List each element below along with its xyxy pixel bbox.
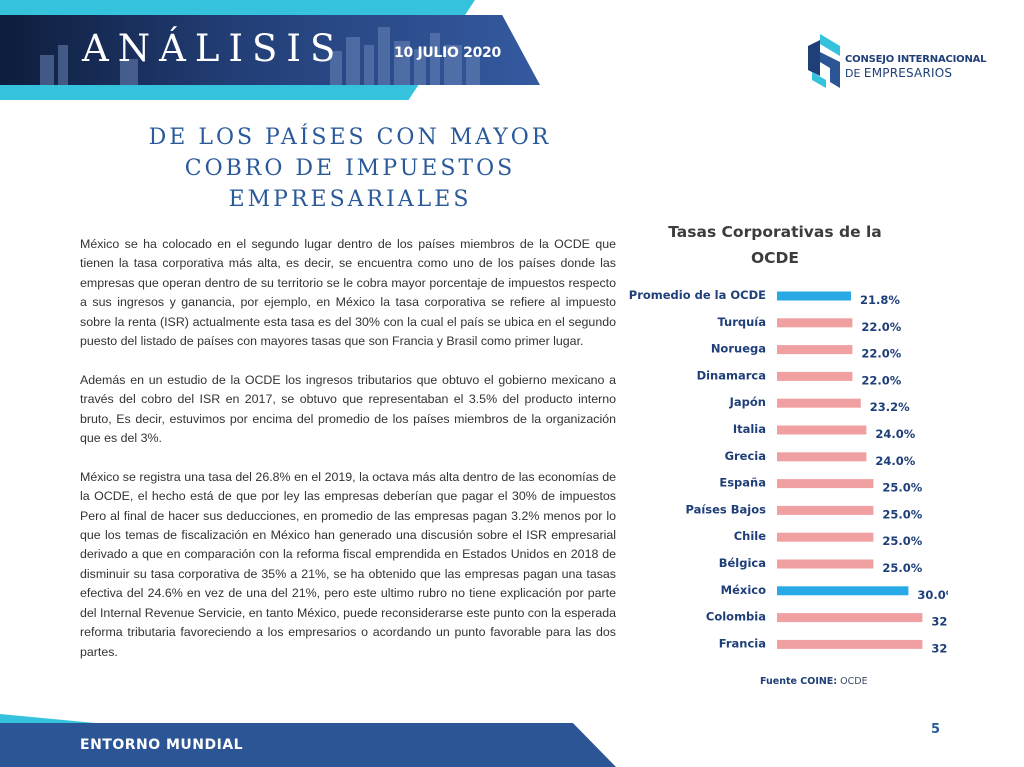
- chart-category-label: Turquía: [717, 315, 766, 329]
- chart-category-label: Noruega: [711, 342, 766, 356]
- paragraph: México se ha colocado en el segundo luga…: [80, 237, 616, 349]
- chart-bar: [777, 425, 867, 435]
- chart-bar: [777, 613, 923, 623]
- chart-value-label: 24.0%: [875, 454, 915, 468]
- chart-category-label: México: [721, 583, 766, 597]
- chart-value-label: 22.0%: [861, 373, 901, 387]
- chart-source-label: Fuente COINE:: [760, 676, 838, 687]
- chart-category-label: Bélgica: [719, 556, 766, 570]
- footer-section-label: ENTORNO MUNDIAL: [80, 737, 244, 753]
- chart-category-label: Colombia: [706, 610, 766, 624]
- logo-line-2-prefix: DE: [845, 67, 861, 80]
- chart-category-label: Francia: [719, 636, 766, 650]
- logo-line-2-main: EMPRESARIOS: [863, 66, 953, 80]
- chart-value-label: 32.0%: [931, 615, 948, 629]
- chart-category-label: Japón: [729, 395, 766, 409]
- chart-bar: [777, 639, 923, 649]
- chart-value-label: 22.0%: [861, 347, 901, 361]
- chart-category-label: Dinamarca: [697, 368, 766, 382]
- header-title: ANÁLISIS: [82, 27, 345, 70]
- chart-value-label: 32.0%: [931, 641, 948, 655]
- chart-bar: [777, 586, 909, 596]
- chart-title: Tasas Corporativas de la OCDE: [668, 223, 882, 267]
- article-heading: DE LOS PAÍSES CON MAYOR COBRO DE IMPUEST…: [148, 125, 552, 212]
- chart-value-label: 25.0%: [882, 534, 922, 548]
- chart-category-label: Promedio de la OCDE: [629, 288, 766, 302]
- coine-logo: CONSEJO INTERNACIONAL DE EMPRESARIOS: [806, 32, 987, 92]
- logo-line-1: CONSEJO INTERNACIONAL: [845, 54, 987, 65]
- chart-category-label: Países Bajos: [685, 502, 766, 516]
- chart-bar: [777, 318, 853, 328]
- chart-value-label: 23.2%: [870, 400, 910, 414]
- chart-value-label: 25.0%: [882, 561, 922, 575]
- header-date: 10 JULIO 2020: [394, 45, 501, 61]
- chart-bar: [777, 291, 851, 301]
- chart-bar: [777, 345, 853, 355]
- chart-source: Fuente COINE: OCDE: [760, 676, 868, 687]
- chart-value-label: 25.0%: [882, 481, 922, 495]
- logo-line-2: DE EMPRESARIOS: [845, 66, 952, 80]
- page-number: 5: [931, 722, 941, 737]
- chart-category-label: Italia: [733, 422, 766, 436]
- chart-bar: [777, 505, 874, 515]
- paragraph: Además en un estudio de la OCDE los ingr…: [80, 372, 616, 446]
- chart-value-label: 30.0%: [917, 588, 948, 602]
- corporate-tax-chart: Promedio de la OCDE 21.8% Turquía 22.0% Noru…: [629, 288, 948, 655]
- chart-value-label: 24.0%: [875, 427, 915, 441]
- chart-bar: [777, 479, 874, 489]
- chart-category-label: España: [719, 476, 766, 490]
- chart-bar: [777, 559, 874, 569]
- coine-logo-icon: [808, 34, 840, 88]
- chart-source-value: OCDE: [840, 676, 868, 687]
- article-body: México se ha colocado en el segundo luga…: [80, 235, 616, 681]
- chart-value-label: 21.8%: [860, 293, 900, 307]
- paragraph: México se registra una tasa del 26.8% en…: [80, 469, 616, 659]
- chart-bar: [777, 452, 867, 462]
- chart-bar: [777, 371, 853, 381]
- chart-value-label: 25.0%: [882, 507, 922, 521]
- chart-bar: [777, 398, 861, 408]
- chart-value-label: 22.0%: [861, 320, 901, 334]
- chart-category-label: Chile: [734, 529, 767, 543]
- chart-bar: [777, 532, 874, 542]
- chart-category-label: Grecia: [725, 449, 766, 463]
